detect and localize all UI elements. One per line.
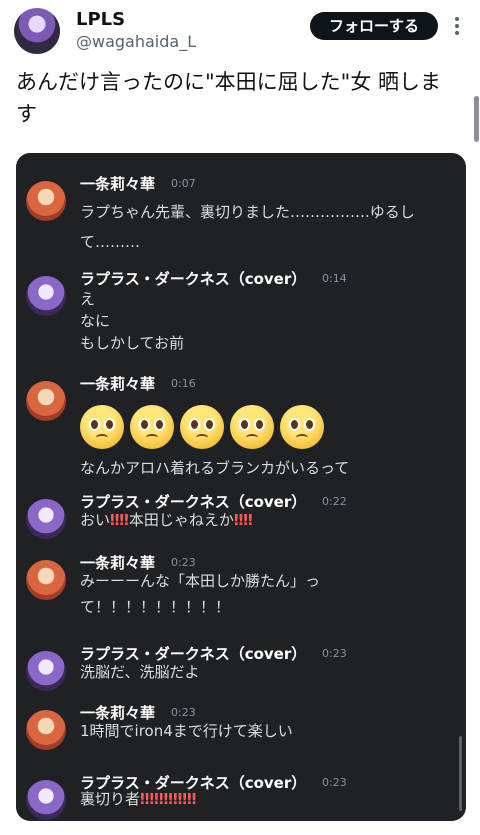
pleading-face-icon (80, 405, 124, 449)
chat-text: 洗脳だ、洗脳だよ (80, 663, 200, 681)
pleading-face-icon (280, 405, 324, 449)
chat-time: 0:23 (171, 556, 196, 569)
chat-time: 0:23 (171, 706, 196, 719)
author-handle[interactable]: @wagahaida_L (76, 32, 196, 51)
author-name[interactable]: LPLS (76, 9, 125, 30)
chat-avatar (26, 560, 66, 600)
tweet-text: あんだけ言ったのに"本田に屈した"女 晒しま す (16, 66, 468, 130)
chat-author: 一条莉々華 (80, 175, 156, 193)
chat-text: 1時間でiron4まで行けて楽しい (80, 722, 293, 740)
tweet-text-line-1: あんだけ言ったのに"本田に屈した"女 晒しま (16, 70, 441, 94)
chat-avatar (26, 181, 66, 221)
tweet-header: LPLS @wagahaida_L フォローする (0, 0, 480, 60)
page-scrollbar[interactable] (474, 96, 479, 142)
pleading-face-icon (130, 405, 174, 449)
chat-text: なんかアロハ着れるブランカがいるって (80, 459, 350, 477)
tweet-text-line-2: す (16, 102, 37, 126)
chat-time: 0:23 (322, 776, 347, 789)
pleading-face-icon (180, 405, 224, 449)
double-exclamation-icon: ‼‼‼‼‼‼ (140, 790, 197, 808)
chat-author: ラプラス・ダークネス（cover） (80, 270, 307, 288)
pleading-face-icon (230, 405, 274, 449)
chat-text: え (80, 290, 96, 308)
chat-scrollbar[interactable] (459, 736, 462, 811)
double-exclamation-icon: ‼‼ (110, 511, 129, 529)
chat-text: おい‼‼本田じゃねえか‼‼ (80, 511, 253, 529)
chat-screenshot[interactable]: 一条莉々華 0:07 ラプちゃん先輩、裏切りました…………….ゆるし て……… … (16, 153, 466, 821)
chat-avatar (26, 276, 66, 316)
double-exclamation-icon: ‼‼ (233, 511, 253, 529)
chat-text: みーーーんな「本田しか勝たん」っ (80, 572, 321, 590)
chat-time: 0:07 (171, 177, 196, 190)
chat-text: て……… (80, 233, 141, 251)
chat-time: 0:22 (322, 495, 347, 508)
chat-text: て！！！！！！！！！ (80, 598, 231, 616)
chat-avatar (26, 381, 66, 421)
chat-avatar (26, 499, 66, 539)
chat-text: なに (80, 312, 111, 330)
more-options-icon[interactable] (447, 13, 467, 39)
chat-time: 0:14 (322, 272, 347, 285)
chat-avatar (26, 710, 66, 750)
chat-text: もしかしてお前 (80, 334, 185, 352)
chat-text: ラプちゃん先輩、裏切りました…………….ゆるし (80, 203, 415, 221)
chat-text: 裏切り者‼‼‼‼‼‼ (80, 790, 197, 808)
chat-avatar (26, 780, 66, 820)
chat-avatar (26, 651, 66, 691)
chat-time: 0:23 (322, 647, 347, 660)
follow-button[interactable]: フォローする (310, 12, 438, 40)
chat-time: 0:16 (171, 377, 196, 390)
author-avatar[interactable] (14, 8, 60, 54)
chat-author: 一条莉々華 (80, 375, 156, 393)
